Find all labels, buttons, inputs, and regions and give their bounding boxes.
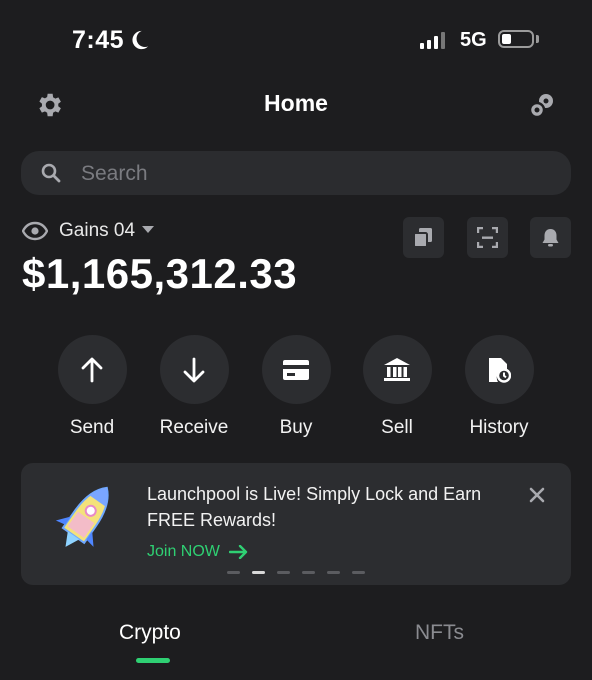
- bank-icon: [384, 357, 410, 381]
- carousel-dot[interactable]: [327, 571, 340, 574]
- balance-amount: $1,165,312.33: [22, 250, 298, 297]
- arrow-right-icon[interactable]: [229, 545, 249, 559]
- scan-icon: [477, 227, 498, 248]
- search-icon: [41, 163, 61, 183]
- carousel-dot[interactable]: [302, 571, 315, 574]
- history-label: History: [469, 417, 529, 438]
- send-label: Send: [69, 417, 115, 438]
- receive-action[interactable]: Receive: [149, 335, 239, 439]
- banner-text: Launchpool is Live! Simply Lock and Earn…: [147, 484, 482, 530]
- carousel-dot[interactable]: [252, 571, 265, 574]
- buy-action[interactable]: Buy: [251, 335, 341, 439]
- wallet-name[interactable]: Gains 04: [59, 220, 135, 242]
- tab-crypto[interactable]: Crypto: [119, 621, 181, 645]
- carousel-dot[interactable]: [227, 571, 240, 574]
- copy-icon: [413, 228, 432, 248]
- status-time: 7:45: [72, 26, 125, 54]
- join-now-link[interactable]: Join NOW: [147, 543, 220, 561]
- close-icon[interactable]: [529, 487, 545, 503]
- arrow-up-icon: [81, 357, 103, 382]
- moon-icon: [132, 30, 149, 50]
- card-icon: [283, 359, 309, 380]
- sell-label: Sell: [381, 417, 413, 438]
- page-title: Home: [264, 90, 328, 116]
- receive-label: Receive: [159, 417, 229, 438]
- rocket-icon: [55, 486, 109, 547]
- network-label: 5G: [460, 29, 487, 51]
- send-action[interactable]: Send: [47, 335, 137, 439]
- buy-label: Buy: [279, 417, 313, 438]
- carousel-dot[interactable]: [352, 571, 365, 574]
- carousel-dots: [227, 571, 365, 574]
- search-bar[interactable]: [21, 151, 571, 195]
- battery-cap: [536, 35, 539, 43]
- arrow-down-icon: [183, 357, 205, 382]
- history-action[interactable]: History: [454, 335, 544, 439]
- search-input[interactable]: [79, 157, 543, 191]
- active-tab-indicator: [136, 658, 170, 663]
- history-icon: [489, 357, 511, 383]
- eye-icon[interactable]: [22, 221, 48, 241]
- wallet-connect-icon[interactable]: [526, 90, 558, 122]
- sell-action[interactable]: Sell: [352, 335, 442, 439]
- copy-button[interactable]: [403, 217, 444, 258]
- scan-button[interactable]: [467, 217, 508, 258]
- carousel-dot[interactable]: [277, 571, 290, 574]
- tab-nfts[interactable]: NFTs: [415, 621, 464, 645]
- chevron-down-icon[interactable]: [142, 226, 154, 233]
- signal-icon: [420, 31, 445, 49]
- promo-banner[interactable]: Launchpool is Live! Simply Lock and Earn…: [21, 463, 571, 585]
- notifications-button[interactable]: [530, 217, 571, 258]
- battery-icon: [498, 30, 534, 48]
- bell-icon: [542, 229, 559, 247]
